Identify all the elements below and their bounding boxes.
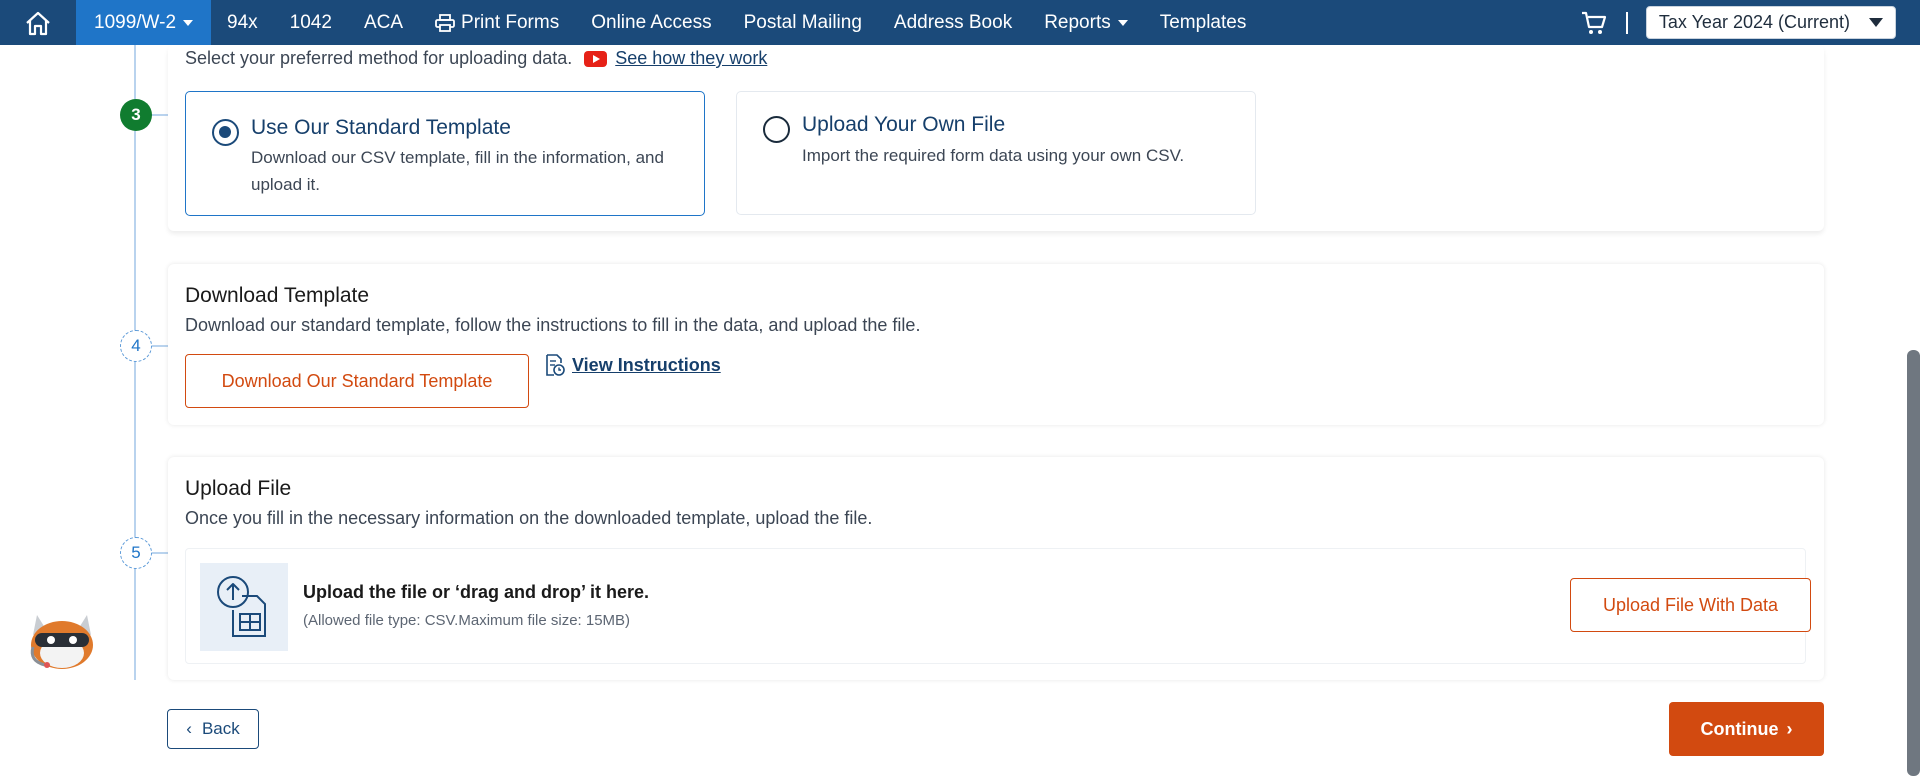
nav-item-aca[interactable]: ACA [348,0,419,45]
file-drop-zone[interactable]: Upload the file or ‘drag and drop’ it he… [185,548,1811,664]
nav-item-label: 1042 [289,11,332,33]
chevron-down-icon [1869,18,1883,27]
view-instructions-link[interactable]: View Instructions [572,355,721,376]
document-icon [546,354,565,376]
printer-icon [435,13,455,32]
continue-label: Continue [1700,718,1779,739]
card-title: Upload File [185,477,292,500]
method-description-text: Select your preferred method for uploadi… [185,48,573,68]
nav-item-templates[interactable]: Templates [1144,0,1263,45]
option-standard-template[interactable]: Use Our Standard Template Download our C… [185,91,705,216]
upload-file-button[interactable]: Upload File With Data [1570,578,1811,632]
nav-item-94x[interactable]: 94x [211,0,274,45]
card-description: Download our standard template, follow t… [185,315,921,335]
nav-item-label: Online Access [591,11,712,33]
nav-item-1042[interactable]: 1042 [274,0,348,45]
radio-standard-template[interactable] [212,119,239,146]
chevron-left-icon: ‹ [186,719,192,738]
nav-item-label: Address Book [893,11,1013,33]
step-rail [134,45,136,680]
option-description: Download our CSV template, fill in the i… [251,148,664,194]
nav-item-label: ACA [363,11,404,33]
nav-item-reports[interactable]: Reports [1028,0,1144,45]
nav-item-label: Reports [1044,11,1111,33]
option-description: Import the required form data using your… [802,146,1185,165]
see-how-they-work-link[interactable]: See how they work [615,48,767,69]
back-button[interactable]: ‹ Back [167,709,259,749]
nav-item-address-book[interactable]: Address Book [878,0,1028,45]
upload-file-card: Upload File Once you fill in the necessa… [168,457,1824,680]
tax-year-select[interactable]: Tax Year 2024 (Current) [1645,6,1896,39]
top-navigation: 1099/W-2 94x 1042 ACA Print Forms Online… [0,0,1920,45]
step-5-indicator: 5 [120,537,152,569]
tax-year-value: Tax Year 2024 (Current) [1658,12,1850,32]
upload-file-icon [200,563,288,651]
download-template-button[interactable]: Download Our Standard Template [185,354,529,408]
nav-item-label: Templates [1159,11,1247,33]
step-4-indicator: 4 [120,330,152,362]
continue-button[interactable]: Continue › [1669,702,1824,756]
download-template-card: Download Template Download our standard … [168,264,1824,425]
step-3-indicator: 3 [120,99,152,131]
nav-item-label: 1099/W-2 [94,11,177,33]
chevron-down-icon [1117,19,1128,26]
page-scrollbar[interactable] [1907,350,1920,776]
nav-item-postal-mailing[interactable]: Postal Mailing [728,0,878,45]
chat-assistant-avatar[interactable] [25,607,99,673]
nav-item-label: 94x [227,11,258,33]
card-title: Download Template [185,284,370,307]
cart-icon[interactable] [1580,10,1608,36]
chevron-down-icon [183,19,194,26]
drop-zone-hint: (Allowed file type: CSV.Maximum file siz… [303,612,631,629]
home-icon[interactable] [0,0,76,45]
youtube-icon [584,50,608,67]
option-title: Upload Your Own File [802,113,1006,136]
option-title: Use Our Standard Template [251,116,511,139]
radio-upload-own-file[interactable] [763,116,790,143]
view-instructions[interactable]: View Instructions [544,353,721,377]
drop-zone-title: Upload the file or ‘drag and drop’ it he… [303,582,650,602]
nav-item-1099-w2[interactable]: 1099/W-2 [76,0,212,45]
nav-right: Tax Year 2024 (Current) [1580,0,1896,45]
nav-item-label: Postal Mailing [743,11,862,33]
nav-item-online-access[interactable]: Online Access [575,0,727,45]
option-upload-own-file[interactable]: Upload Your Own File Import the required… [736,91,1256,215]
back-label: Back [201,719,240,738]
card-description: Once you fill in the necessary informati… [185,508,873,528]
nav-separator [1625,11,1628,34]
nav-item-label: Print Forms [461,11,560,33]
method-description: Select your preferred method for uploadi… [185,48,767,69]
chevron-right-icon: › [1786,718,1793,739]
nav-item-print-forms[interactable]: Print Forms [419,0,575,45]
